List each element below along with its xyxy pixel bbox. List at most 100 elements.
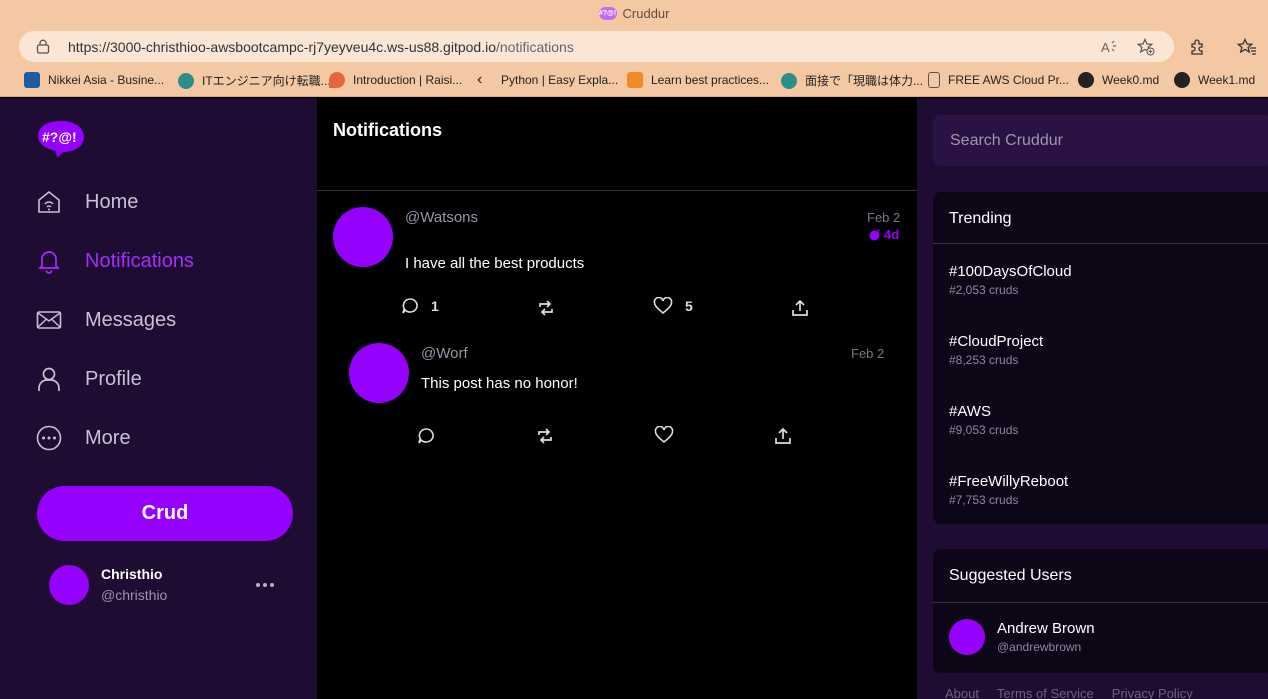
person-icon <box>36 366 62 392</box>
favorites-icon[interactable] <box>1236 36 1258 58</box>
avatar[interactable] <box>333 207 393 267</box>
read-aloud-icon[interactable]: A <box>1101 38 1119 56</box>
trending-count: #2,053 cruds <box>949 283 1019 297</box>
nav-label-messages: Messages <box>85 308 177 331</box>
search-input[interactable] <box>933 115 1268 166</box>
like-button[interactable] <box>654 426 686 444</box>
url-field[interactable]: https://3000-christhioo-awsbootcampc-rj7… <box>19 31 1174 62</box>
share-button[interactable] <box>774 427 792 445</box>
repost-button[interactable] <box>536 427 554 445</box>
window-titlebar: #?@! Cruddur <box>0 0 1268 26</box>
bookmark-item[interactable]: 面接で「現職は体力... <box>781 72 923 89</box>
bookmark-label: FREE AWS Cloud Pr... <box>948 73 1069 87</box>
bookmark-label: Week1.md <box>1198 73 1256 87</box>
bookmark-item[interactable]: ‹ Python | Easy Expla... <box>477 72 618 88</box>
ellipsis-circle-icon <box>36 425 62 451</box>
url-host: https://3000-christhioo-awsbootcampc-rj7… <box>68 39 496 55</box>
activity-handle[interactable]: @Worf <box>421 345 468 362</box>
suggested-user[interactable]: Andrew Brown @andrewbrown <box>933 619 1268 655</box>
activity-handle[interactable]: @Watsons <box>405 209 478 226</box>
trending-name: #AWS <box>949 403 991 420</box>
cruddur-logo[interactable]: #?@! <box>37 119 85 159</box>
right-column: Trending #100DaysOfCloud #2,053 cruds #C… <box>917 98 1268 699</box>
nav-item-profile[interactable]: Profile <box>36 362 142 396</box>
nav-item-messages[interactable]: Messages <box>36 303 176 337</box>
activity-item[interactable]: @Watsons Feb 2 4d I have all the best pr… <box>317 207 917 337</box>
bookmark-item[interactable]: ITエンジニア向け転職... <box>178 72 331 89</box>
bookmark-label: Nikkei Asia - Busine... <box>48 73 165 87</box>
trending-item[interactable]: #FreeWillyReboot #7,753 cruds <box>949 473 1068 507</box>
footer-links: About Terms of Service Privacy Policy <box>945 686 1193 699</box>
document-icon <box>928 72 940 88</box>
bookmark-item[interactable]: Introduction | Raisi... <box>329 72 462 88</box>
footer-link-privacy[interactable]: Privacy Policy <box>1112 686 1193 699</box>
trending-name: #100DaysOfCloud <box>949 263 1072 280</box>
main-feed: Notifications @Watsons Feb 2 4d I have a… <box>317 98 917 699</box>
suggested-handle: @andrewbrown <box>997 640 1082 654</box>
chevron-left-icon: ‹ <box>477 71 483 88</box>
activity-expires: 4d <box>869 227 899 242</box>
more-options-icon[interactable] <box>253 577 277 593</box>
trending-count: #7,753 cruds <box>949 493 1019 507</box>
bookmark-item[interactable]: Week0.md <box>1078 72 1159 88</box>
profile-name: Christhio <box>101 566 163 582</box>
globe-icon <box>178 72 194 89</box>
activity-date: Feb 2 <box>867 210 901 225</box>
bookmarks-bar: s Nikkei Asia - Busine... ITエンジニア向け転職...… <box>0 66 1268 97</box>
nav-item-home[interactable]: Home <box>36 185 138 219</box>
reply-button[interactable]: 1 <box>401 297 439 315</box>
share-button[interactable] <box>791 299 809 317</box>
heart-icon <box>653 297 673 315</box>
repost-button[interactable] <box>537 299 555 317</box>
crud-button[interactable]: Crud <box>37 486 293 541</box>
like-count: 5 <box>685 298 693 314</box>
trending-count: #8,253 cruds <box>949 353 1019 367</box>
svg-text:A: A <box>1101 40 1110 55</box>
nav-item-more[interactable]: More <box>36 421 131 455</box>
bookmark-item[interactable]: Nikkei Asia - Busine... <box>24 72 164 88</box>
divider <box>933 602 1268 603</box>
footer-link-about[interactable]: About <box>945 686 979 699</box>
bookmark-item[interactable]: FREE AWS Cloud Pr... <box>928 72 1069 88</box>
bookmark-label: Python | Easy Expla... <box>501 73 619 87</box>
avatar[interactable] <box>349 343 409 403</box>
activity-message: This post has no honor! <box>421 375 578 392</box>
add-favorite-icon[interactable] <box>1137 38 1155 56</box>
avatar[interactable] <box>949 619 985 655</box>
trending-item[interactable]: #100DaysOfCloud #2,053 cruds <box>949 263 1072 297</box>
cruddur-favicon-icon: #?@! <box>598 6 617 20</box>
nav-item-notifications[interactable]: Notifications <box>36 244 194 278</box>
trending-item[interactable]: #CloudProject #8,253 cruds <box>949 333 1043 367</box>
lock-icon[interactable] <box>36 39 50 54</box>
suggested-title: Suggested Users <box>949 567 1072 584</box>
extensions-icon[interactable] <box>1187 36 1209 58</box>
address-bar-row: https://3000-christhioo-awsbootcampc-rj7… <box>0 26 1268 66</box>
url-text[interactable]: https://3000-christhioo-awsbootcampc-rj7… <box>68 39 574 55</box>
trending-box: Trending #100DaysOfCloud #2,053 cruds #C… <box>933 192 1268 524</box>
github-icon <box>1078 72 1094 88</box>
trending-count: #9,053 cruds <box>949 423 1019 437</box>
footer-link-terms[interactable]: Terms of Service <box>997 686 1094 699</box>
bookmark-label: Introduction | Raisi... <box>353 73 463 87</box>
reply-button[interactable] <box>417 427 447 445</box>
activity-message: I have all the best products <box>405 255 585 272</box>
bookmark-item[interactable]: Week1.md <box>1174 72 1255 88</box>
expires-label: 4d <box>884 227 900 242</box>
profile-handle: @christhio <box>101 587 168 603</box>
page-title: Notifications <box>333 120 443 140</box>
activity-item[interactable]: @Worf Feb 2 This post has no honor! <box>317 343 917 473</box>
trending-title: Trending <box>949 210 1012 227</box>
bell-icon <box>36 248 62 274</box>
pin-icon <box>329 72 345 88</box>
avatar[interactable] <box>49 565 89 605</box>
like-button[interactable]: 5 <box>653 297 693 315</box>
suggested-users-box: Suggested Users Andrew Brown @andrewbrow… <box>933 549 1268 673</box>
repost-icon <box>538 428 552 444</box>
url-path: /notifications <box>496 39 574 55</box>
github-icon <box>1174 72 1190 88</box>
profile-card[interactable]: Christhio @christhio <box>49 565 289 607</box>
bookmark-item[interactable]: Learn best practices... <box>627 72 769 88</box>
trending-name: #FreeWillyReboot <box>949 473 1069 490</box>
trending-item[interactable]: #AWS #9,053 cruds <box>949 403 1018 437</box>
repost-icon <box>539 300 553 316</box>
